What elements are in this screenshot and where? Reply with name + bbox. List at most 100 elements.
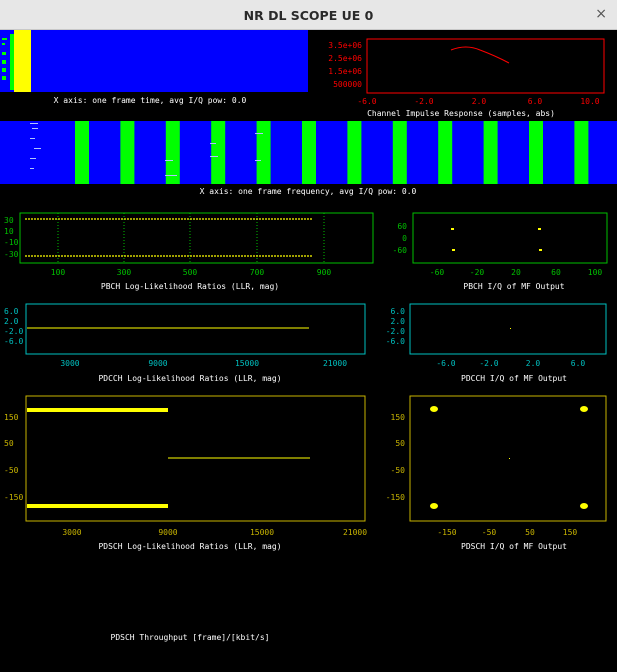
xtick: 2.0: [526, 359, 541, 368]
iq-point: [509, 458, 510, 459]
ytick: -6.0: [386, 337, 405, 346]
freq-marker: [255, 160, 261, 161]
xtick: -150: [437, 528, 456, 537]
pbch-llr-panel: 30 10 -10 -30 100 300 500 700 900 PBCH L…: [4, 212, 374, 291]
pdcch-llr-yaxis: 6.0 2.0 -2.0 -6.0: [4, 307, 23, 346]
title-bar: NR DL SCOPE UE 0 ×: [0, 0, 617, 30]
xtick: -6.0: [436, 359, 455, 368]
cir-xtick: 10.0: [580, 97, 599, 106]
pbch-iq-xaxis: -60 -20 20 60 100: [430, 268, 603, 277]
freq-marker: [30, 123, 38, 124]
ytick: -150: [386, 493, 405, 502]
pbch-llr-xaxis: 100 300 500 700 900: [51, 268, 332, 277]
iq-point: [580, 406, 588, 412]
freq-bar: [392, 121, 407, 184]
cir-xtick: -2.0: [414, 97, 433, 106]
pbch-iq-frame: [412, 212, 608, 264]
freq-bar: [483, 121, 498, 184]
time-caption: X axis: one frame time, avg I/Q pow: 0.0: [54, 96, 247, 105]
xtick: 21000: [343, 528, 367, 537]
scope-canvas: X axis: one frame time, avg I/Q pow: 0.0…: [0, 30, 617, 642]
ytick: -6.0: [4, 337, 23, 346]
freq-bar: [302, 121, 316, 184]
pdsch-iq-panel: 150 50 -50 -150 -150 -50 50 150 PDSCH I/…: [386, 395, 607, 551]
time-signal-burst: [14, 30, 31, 92]
pdcch-iq-frame: [409, 303, 607, 355]
xtick: 15000: [235, 359, 259, 368]
cir-ytick: 500000: [333, 80, 362, 89]
xtick: 6.0: [571, 359, 586, 368]
freq-bar: [75, 121, 89, 184]
pdsch-llr-caption: PDSCH Log-Likelihood Ratios (LLR, mag): [98, 542, 281, 551]
cir-xtick: 6.0: [528, 97, 543, 106]
xtick: 9000: [158, 528, 177, 537]
close-icon[interactable]: ×: [595, 6, 607, 22]
pdcch-iq-caption: PDCCH I/Q of MF Output: [461, 374, 567, 383]
xtick: 100: [51, 268, 66, 277]
pdsch-llr-trace: [27, 504, 168, 508]
xtick: 3000: [60, 359, 79, 368]
freq-bar: [438, 121, 453, 184]
ytick: 150: [4, 413, 19, 422]
pdsch-iq-frame: [409, 395, 607, 522]
freq-bar: [120, 121, 135, 184]
xtick: 100: [588, 268, 603, 277]
xtick: 700: [250, 268, 265, 277]
time-marker: [2, 52, 6, 55]
cir-panel: 3.5e+06 2.5e+06 1.5e+06 500000 -6.0 -2.0…: [328, 38, 605, 118]
iq-point: [510, 328, 511, 329]
pdcch-iq-xaxis: -6.0 -2.0 2.0 6.0: [436, 359, 585, 368]
freq-marker: [210, 156, 218, 157]
cir-curve: [450, 46, 510, 64]
time-plot-area: [0, 30, 308, 92]
ytick: 0: [402, 234, 407, 243]
pbch-iq-caption: PBCH I/Q of MF Output: [463, 282, 564, 291]
ytick: 6.0: [391, 307, 406, 316]
time-marker: [2, 38, 7, 40]
xtick: -50: [482, 528, 497, 537]
pdcch-llr-panel: 6.0 2.0 -2.0 -6.0 3000 9000 15000 21000 …: [4, 303, 366, 383]
time-domain-panel: X axis: one frame time, avg I/Q pow: 0.0: [0, 30, 308, 105]
ytick: 60: [397, 222, 407, 231]
ytick: 150: [391, 413, 406, 422]
ytick: -2.0: [386, 327, 405, 336]
freq-bar: [165, 121, 180, 184]
freq-marker: [165, 160, 173, 161]
ytick: 30: [4, 216, 14, 225]
pdcch-llr-xaxis: 3000 9000 15000 21000: [60, 359, 347, 368]
freq-marker: [30, 138, 35, 139]
ytick: -10: [4, 238, 19, 247]
iq-point: [539, 249, 542, 251]
iq-point: [430, 503, 438, 509]
pdcch-iq-yaxis: 6.0 2.0 -2.0 -6.0: [386, 307, 405, 346]
xtick: -2.0: [479, 359, 498, 368]
pbch-iq-yaxis: 60 0 -60: [393, 222, 408, 255]
freq-marker: [30, 168, 34, 169]
pdcch-llr-caption: PDCCH Log-Likelihood Ratios (LLR, mag): [98, 374, 281, 383]
xtick: 15000: [250, 528, 274, 537]
pdsch-iq-yaxis: 150 50 -50 -150: [386, 413, 405, 502]
cir-ytick: 3.5e+06: [328, 41, 362, 50]
ytick: 50: [4, 439, 14, 448]
throughput-caption: PDSCH Throughput [frame]/[kbit/s]: [111, 633, 270, 642]
cir-yaxis: 3.5e+06 2.5e+06 1.5e+06 500000: [328, 41, 362, 89]
freq-domain-panel: X axis: one frame frequency, avg I/Q pow…: [0, 121, 617, 196]
ytick: 2.0: [391, 317, 406, 326]
pbch-llr-caption: PBCH Log-Likelihood Ratios (LLR, mag): [101, 282, 279, 291]
freq-bar: [574, 121, 589, 184]
ytick: -50: [4, 466, 19, 475]
pdcch-llr-frame: [25, 303, 366, 355]
pbch-llr-yaxis: 30 10 -10 -30: [4, 216, 19, 259]
freq-bar: [211, 121, 226, 184]
xtick: 21000: [323, 359, 347, 368]
freq-marker: [30, 158, 36, 159]
iq-point: [451, 228, 454, 230]
freq-marker: [255, 133, 263, 134]
ytick: -60: [393, 246, 408, 255]
pdsch-llr-trace: [27, 408, 168, 412]
pdsch-iq-xaxis: -150 -50 50 150: [437, 528, 577, 537]
ytick: 6.0: [4, 307, 19, 316]
cir-frame: [366, 38, 605, 94]
time-marker: [10, 34, 14, 90]
xtick: 20: [511, 268, 521, 277]
